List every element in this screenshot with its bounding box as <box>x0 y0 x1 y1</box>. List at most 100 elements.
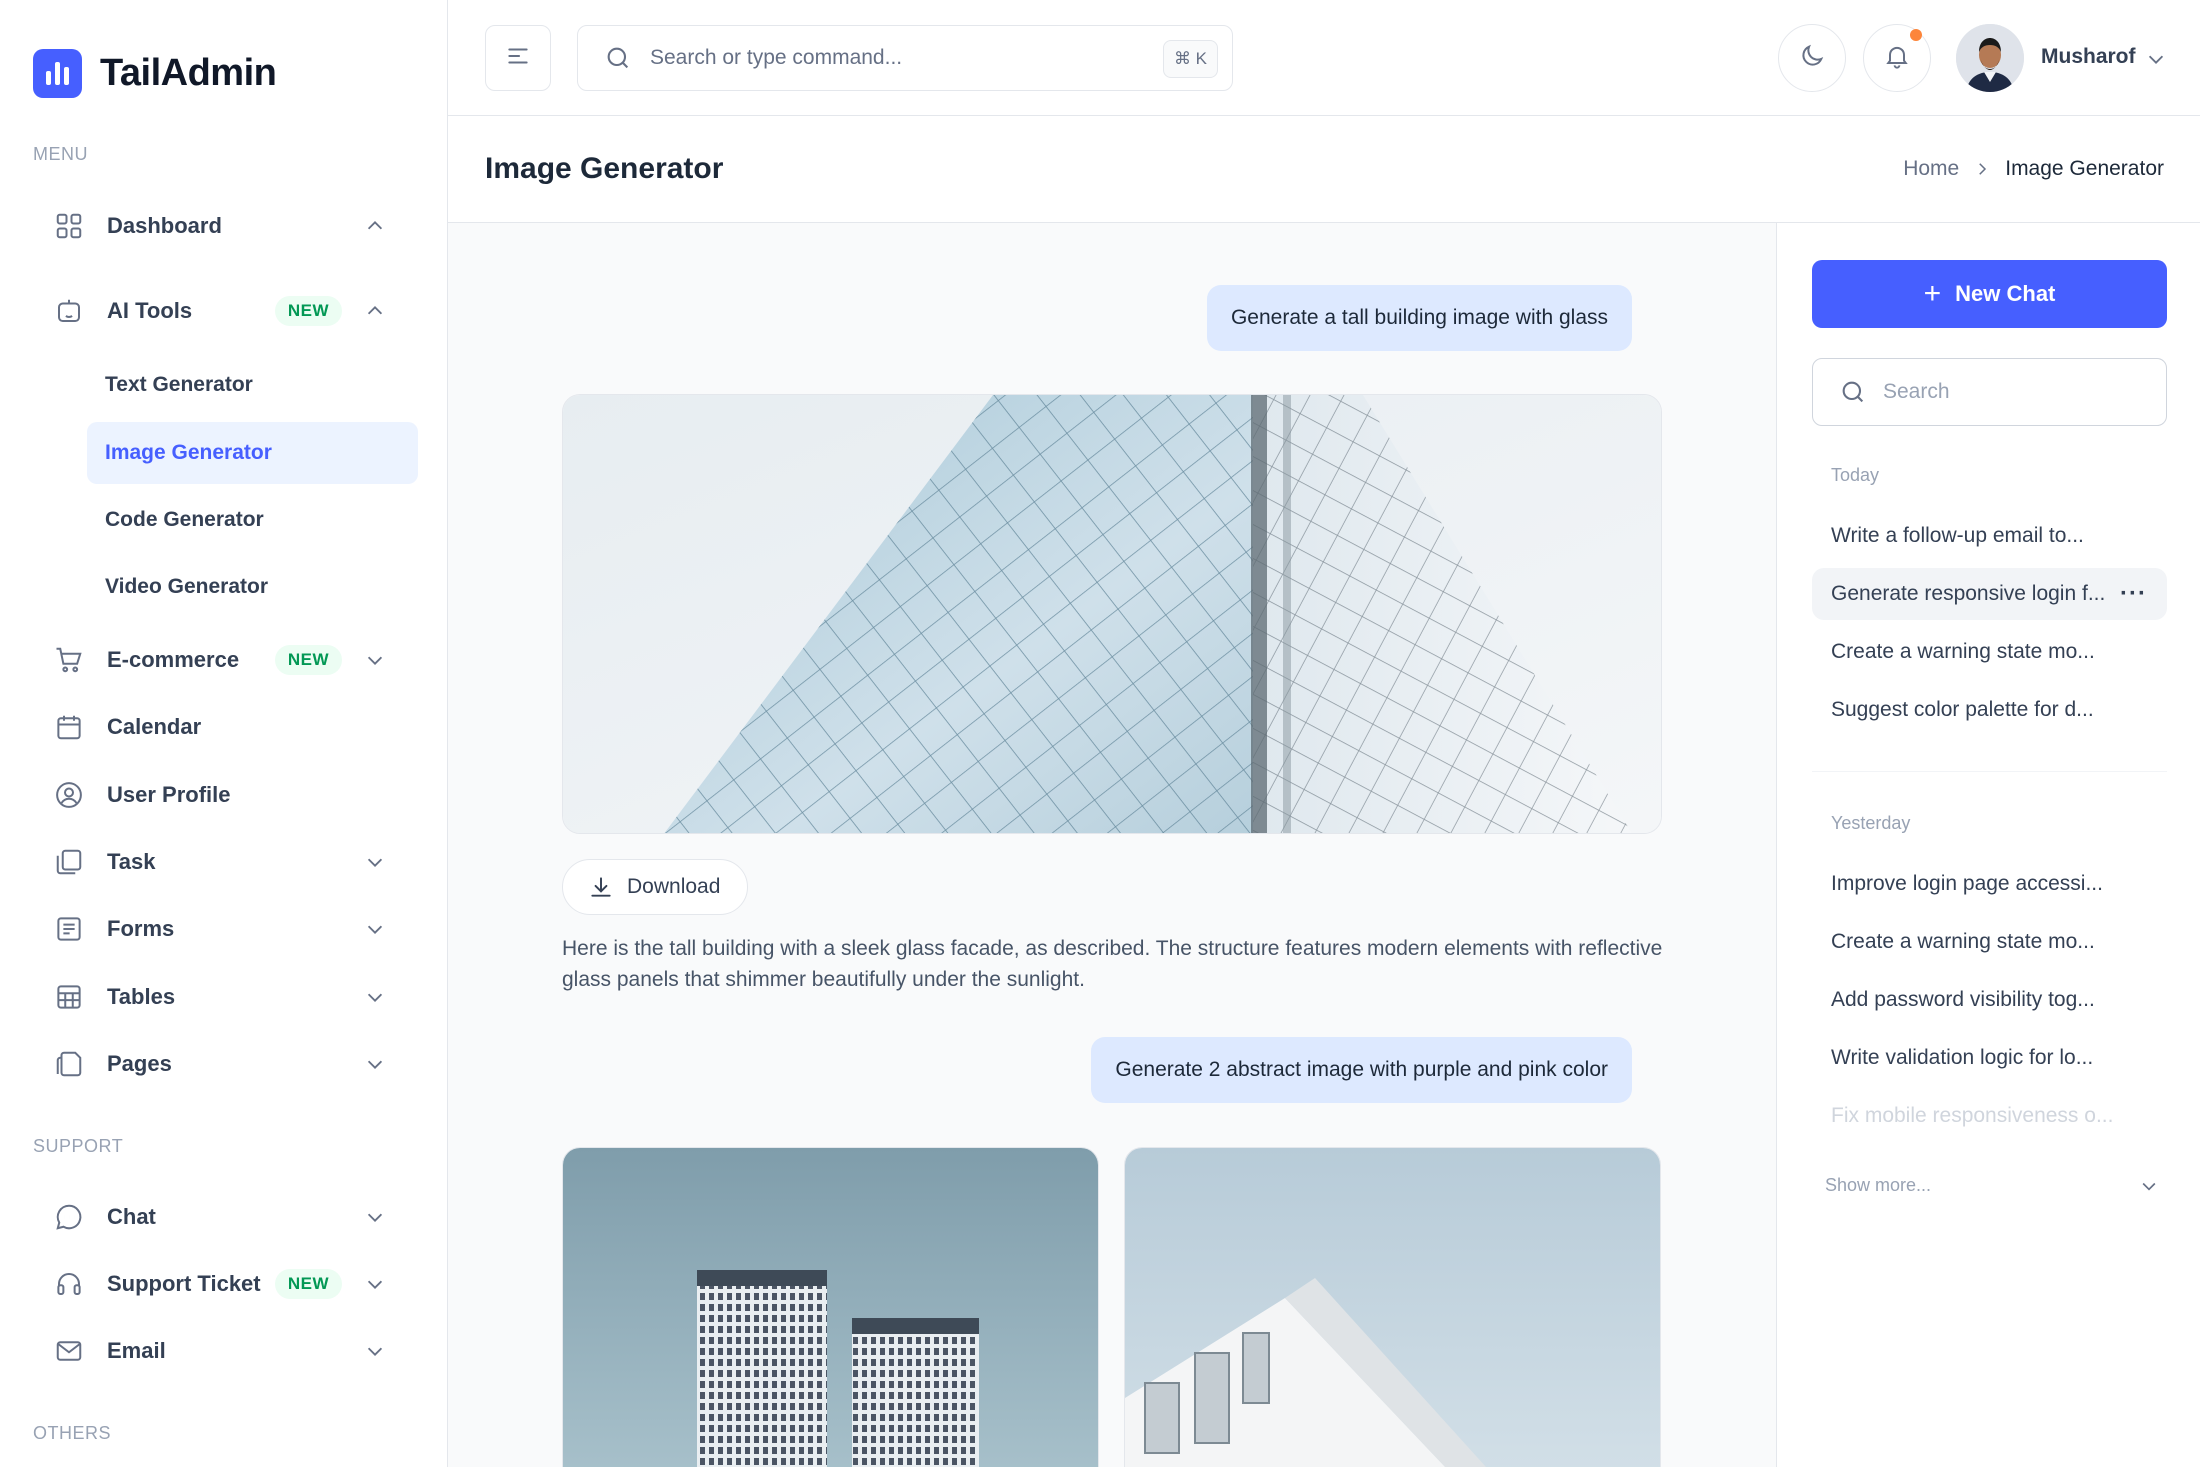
chevron-right-icon <box>1973 160 1991 178</box>
sidebar-item-label: Email <box>107 1338 166 1363</box>
more-options-icon[interactable]: ··· <box>2120 580 2147 608</box>
generated-image-towers[interactable] <box>562 1147 1099 1467</box>
menu-icon <box>505 43 531 74</box>
sidebar-subitem-text-generator[interactable]: Text Generator <box>87 354 418 416</box>
sidebar-item-calendar[interactable]: Calendar <box>33 697 418 757</box>
page-title: Image Generator <box>485 152 724 185</box>
robot-icon <box>53 295 85 327</box>
dark-mode-toggle[interactable] <box>1778 24 1846 92</box>
top-header: Search or type command... ⌘ K Musharof <box>448 0 2200 116</box>
history-item-active[interactable]: Generate responsive login f... ··· <box>1812 568 2167 620</box>
chevron-up-icon[interactable] <box>362 298 388 324</box>
plus-icon: + <box>1923 277 1942 310</box>
history-item[interactable]: Suggest color palette for d... <box>1812 684 2167 736</box>
chat-icon <box>53 1201 85 1233</box>
history-item[interactable]: Write a follow-up email to... <box>1812 510 2167 562</box>
today-label: Today <box>1831 465 1880 485</box>
history-item[interactable]: Fix mobile responsiveness o... <box>1812 1090 2167 1142</box>
chevron-down-icon[interactable] <box>362 1051 388 1077</box>
table-icon <box>53 981 85 1013</box>
generated-image-white-building[interactable] <box>1124 1147 1661 1467</box>
new-chat-label: New Chat <box>1955 281 2056 306</box>
sidebar-subitem-code-generator[interactable]: Code Generator <box>87 489 418 551</box>
breadcrumb: Home Image Generator <box>1903 157 2164 181</box>
sidebar-item-task[interactable]: Task <box>33 832 418 892</box>
forms-icon <box>53 913 85 945</box>
pages-icon <box>53 1048 85 1080</box>
user-name[interactable]: Musharof <box>2041 45 2136 69</box>
history-item[interactable]: Improve login page accessi... <box>1812 858 2167 910</box>
notifications-button[interactable] <box>1863 24 1931 92</box>
sidebar-item-user-profile[interactable]: User Profile <box>33 765 418 825</box>
sidebar-item-tables[interactable]: Tables <box>33 967 418 1027</box>
new-badge: NEW <box>274 296 342 326</box>
breadcrumb-current: Image Generator <box>2005 157 2164 180</box>
download-button[interactable]: Download <box>562 859 748 915</box>
new-chat-button[interactable]: + New Chat <box>1812 260 2167 328</box>
logo[interactable]: TailAdmin <box>33 49 277 98</box>
global-search-input[interactable]: Search or type command... ⌘ K <box>577 25 1233 91</box>
headset-icon <box>53 1268 85 1300</box>
chevron-down-icon[interactable] <box>2143 46 2169 72</box>
chevron-down-icon[interactable] <box>362 1338 388 1364</box>
avatar[interactable] <box>1956 24 2024 92</box>
download-icon <box>587 873 615 901</box>
calendar-icon <box>53 711 85 743</box>
user-message: Generate 2 abstract image with purple an… <box>1091 1037 1632 1103</box>
sidebar-item-chat[interactable]: Chat <box>33 1187 418 1247</box>
sidebar-item-label: E-commerce <box>107 647 240 672</box>
chat-history-panel: + New Chat Search Today Write a follow-u… <box>1776 223 2200 1467</box>
sidebar-subitem-video-generator[interactable]: Video Generator <box>87 556 418 618</box>
history-search-input[interactable]: Search <box>1812 358 2167 426</box>
new-badge: NEW <box>274 1269 342 1299</box>
sidebar-item-label: Pages <box>107 1051 172 1076</box>
sidebar-item-label: Chat <box>107 1204 156 1229</box>
user-message: Generate a tall building image with glas… <box>1206 285 1632 351</box>
history-item[interactable]: Create a warning state mo... <box>1812 916 2167 968</box>
yesterday-label: Yesterday <box>1831 813 1911 833</box>
chevron-down-icon[interactable] <box>362 1271 388 1297</box>
chevron-down-icon[interactable] <box>362 849 388 875</box>
user-circle-icon <box>53 779 85 811</box>
sidebar-item-support-ticket[interactable]: Support Ticket NEW <box>33 1254 418 1314</box>
divider <box>1812 771 2167 772</box>
breadcrumb-home-link[interactable]: Home <box>1903 157 1959 181</box>
sidebar-item-label: Calendar <box>107 714 202 739</box>
sidebar-item-forms[interactable]: Forms <box>33 899 418 959</box>
sidebar-item-ecommerce[interactable]: E-commerce NEW <box>33 630 418 690</box>
sidebar-item-ai-tools[interactable]: AI Tools NEW <box>33 281 418 341</box>
sidebar-item-label: Forms <box>107 916 175 941</box>
chevron-down-icon[interactable] <box>2137 1174 2161 1198</box>
menu-group-label: MENU <box>33 144 88 164</box>
history-item[interactable]: Add password visibility tog... <box>1812 974 2167 1026</box>
sidebar-item-email[interactable]: Email <box>33 1321 418 1381</box>
task-icon <box>53 846 85 878</box>
app-name: TailAdmin <box>100 52 277 94</box>
sidebar-item-label: AI Tools <box>107 298 193 323</box>
chevron-down-icon[interactable] <box>362 984 388 1010</box>
sidebar-toggle-button[interactable] <box>485 25 551 91</box>
cart-icon <box>53 644 85 676</box>
generated-image-glass-building[interactable] <box>562 394 1662 834</box>
history-item[interactable]: Write validation logic for lo... <box>1812 1032 2167 1084</box>
sidebar-subitem-image-generator[interactable]: Image Generator <box>87 422 418 484</box>
sidebar-item-pages[interactable]: Pages <box>33 1034 418 1094</box>
chevron-up-icon[interactable] <box>362 213 388 239</box>
sidebar: TailAdmin MENU Dashboard AI Tools NEW Te… <box>0 0 448 1467</box>
sidebar-item-label: Tables <box>107 984 176 1009</box>
show-more-link[interactable]: Show more... <box>1825 1175 1931 1196</box>
mail-icon <box>53 1335 85 1367</box>
logo-icon <box>33 49 82 98</box>
sidebar-item-dashboard[interactable]: Dashboard <box>33 196 418 256</box>
page-title-bar: Image Generator Home Image Generator <box>448 116 2200 223</box>
search-placeholder: Search <box>1883 380 1950 403</box>
chevron-down-icon[interactable] <box>362 916 388 942</box>
chevron-down-icon[interactable] <box>362 647 388 673</box>
chevron-down-icon[interactable] <box>362 1204 388 1230</box>
sidebar-item-label: Task <box>107 849 156 874</box>
new-badge: NEW <box>274 645 342 675</box>
others-group-label: OTHERS <box>33 1423 112 1443</box>
history-item-label: Generate responsive login f... <box>1831 582 2106 605</box>
history-item[interactable]: Create a warning state mo... <box>1812 626 2167 678</box>
moon-icon <box>1798 42 1826 75</box>
